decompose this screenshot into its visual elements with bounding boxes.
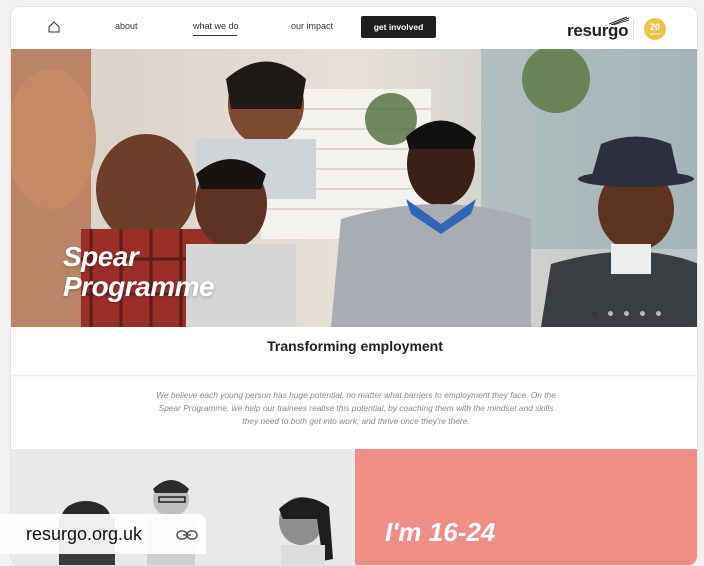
intro-paragraph: We believe each young person has huge po…	[156, 390, 556, 426]
page-frame: about what we do our impact get involved…	[10, 6, 698, 566]
20-years-badge: 20 years	[644, 18, 666, 40]
section-subtitle: Transforming employment	[267, 338, 443, 354]
age-heading: I'm 16-24	[385, 517, 496, 547]
carousel-indicators	[11, 305, 697, 321]
carousel-dot-5[interactable]	[656, 311, 661, 316]
carousel-dot-4[interactable]	[640, 311, 645, 316]
badge-label: years	[650, 30, 660, 36]
logo-swoosh-icon	[609, 16, 629, 25]
home-icon[interactable]	[47, 20, 61, 34]
get-involved-button[interactable]: get involved	[361, 16, 436, 38]
nav-link-our-impact[interactable]: our impact	[291, 21, 333, 31]
link-icon[interactable]	[176, 528, 198, 542]
nav-link-what-we-do[interactable]: what we do	[193, 21, 239, 31]
nav-link-about[interactable]: about	[115, 21, 138, 31]
active-nav-underline	[193, 35, 237, 36]
url-text[interactable]: resurgo.org.uk	[26, 524, 142, 545]
top-navigation: about what we do our impact get involved…	[11, 7, 697, 49]
hero-title-line-1: Spear	[63, 241, 139, 272]
age-highlight-panel	[355, 449, 697, 565]
hero-title-line-2: Programme	[63, 271, 215, 302]
carousel-dot-3[interactable]	[624, 311, 629, 316]
logo-divider	[633, 19, 634, 39]
section-divider	[11, 375, 697, 376]
carousel-dot-2[interactable]	[608, 311, 613, 316]
url-overlay: resurgo.org.uk	[0, 514, 206, 554]
carousel-dot-1[interactable]	[592, 311, 597, 316]
hero-banner: Spear Programme	[11, 49, 697, 327]
